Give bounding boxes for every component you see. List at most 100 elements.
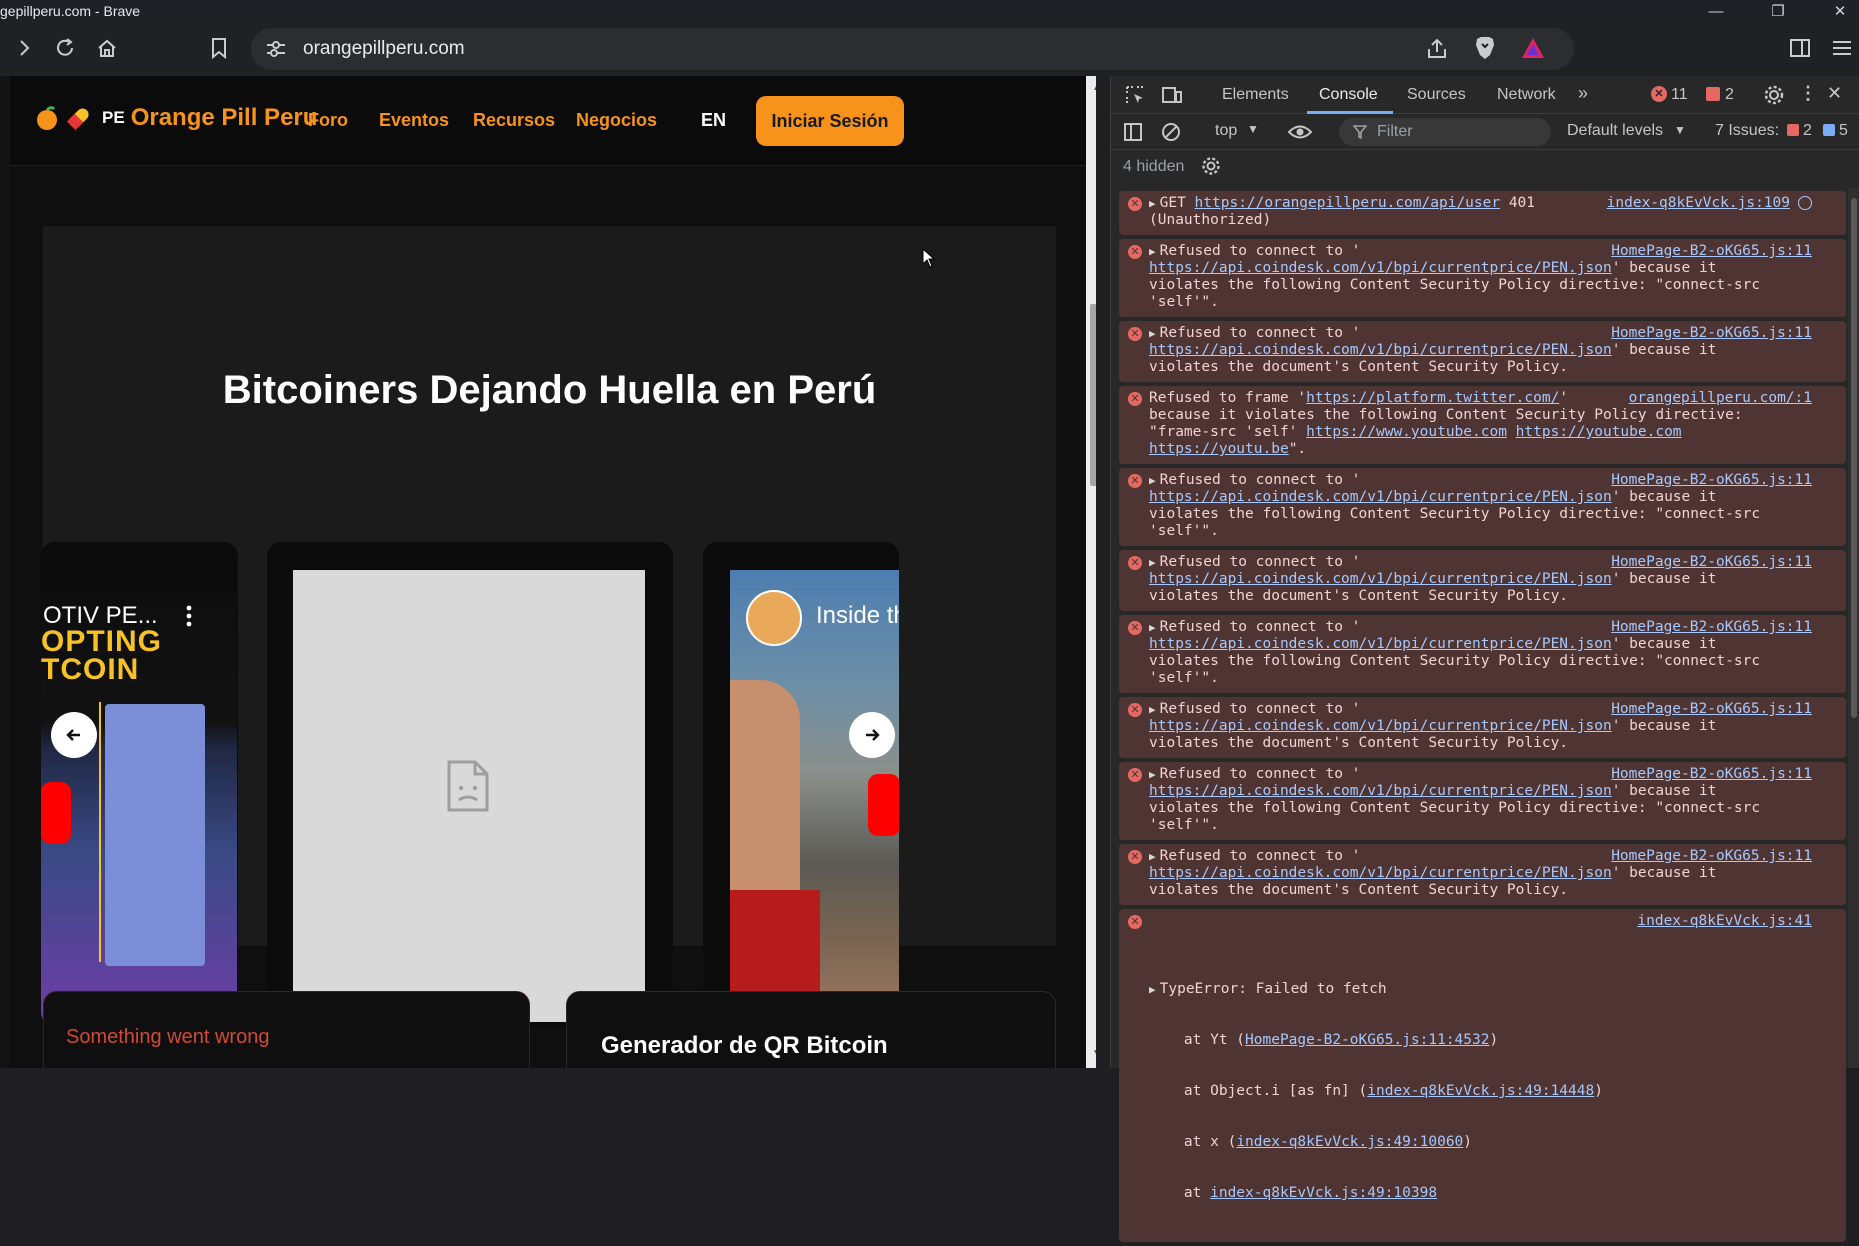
expand-triangle-icon[interactable]: ▶ bbox=[1149, 245, 1156, 258]
nav-link-eventos[interactable]: Eventos bbox=[379, 110, 449, 131]
console-error-message[interactable]: ✕ HomePage-B2-oKG65.js:11 ▶ Refused to co… bbox=[1119, 762, 1846, 840]
message-url-link[interactable]: https://api.coindesk.com/v1/bpi/currentp… bbox=[1149, 636, 1612, 652]
nav-link-negocios[interactable]: Negocios bbox=[576, 110, 657, 131]
forward-button[interactable] bbox=[6, 30, 42, 66]
message-url-link[interactable]: https://api.coindesk.com/v1/bpi/currentp… bbox=[1149, 718, 1612, 734]
message-source-link[interactable]: HomePage-B2-oKG65.js:11 bbox=[1611, 554, 1812, 571]
message-url-link[interactable]: https://orangepillperu.com/api/user bbox=[1195, 195, 1501, 211]
stack-frame-link[interactable]: index-q8kEvVck.js:49:10060 bbox=[1236, 1134, 1463, 1150]
message-url-link[interactable]: https://api.coindesk.com/v1/bpi/currentp… bbox=[1149, 342, 1612, 358]
console-error-message[interactable]: ✕ HomePage-B2-oKG65.js:11 ▶ Refused to co… bbox=[1119, 615, 1846, 693]
page-scrollbar[interactable]: ▲ ▼ bbox=[1086, 76, 1096, 1068]
bookmark-button[interactable] bbox=[201, 30, 237, 66]
message-url-link[interactable]: https://api.coindesk.com/v1/bpi/currentp… bbox=[1149, 260, 1612, 276]
tab-network[interactable]: Network bbox=[1497, 86, 1556, 104]
console-scrollbar-thumb[interactable] bbox=[1851, 198, 1857, 718]
message-source-link[interactable]: index-q8kEvVck.js:109 bbox=[1607, 195, 1790, 212]
expand-triangle-icon[interactable]: ▶ bbox=[1149, 983, 1156, 996]
message-url-link[interactable]: https://youtube.com bbox=[1516, 424, 1682, 440]
video-card-right[interactable]: Inside the bbox=[703, 542, 899, 1026]
issues-error-count[interactable]: 2 bbox=[1803, 122, 1812, 140]
console-settings-gear-icon[interactable] bbox=[1201, 156, 1221, 176]
menu-button[interactable] bbox=[1824, 30, 1859, 66]
message-source-link[interactable]: HomePage-B2-oKG65.js:11 bbox=[1611, 243, 1812, 260]
expand-triangle-icon[interactable]: ▶ bbox=[1149, 474, 1156, 487]
restore-button[interactable]: ❐ bbox=[1755, 0, 1801, 22]
expand-triangle-icon[interactable]: ▶ bbox=[1149, 703, 1156, 716]
nav-link-foro[interactable]: Foro bbox=[308, 110, 348, 131]
brave-shields-button[interactable] bbox=[1467, 30, 1503, 66]
console-error-message[interactable]: ✕ HomePage-B2-oKG65.js:11 ▶ Refused to co… bbox=[1119, 321, 1846, 382]
issues-info-count[interactable]: 5 bbox=[1839, 122, 1848, 140]
expand-triangle-icon[interactable]: ▶ bbox=[1149, 197, 1156, 210]
message-url-link[interactable]: https://api.coindesk.com/v1/bpi/currentp… bbox=[1149, 489, 1612, 505]
message-url-link[interactable]: https://youtu.be bbox=[1149, 441, 1289, 457]
message-url-link[interactable]: https://api.coindesk.com/v1/bpi/currentp… bbox=[1149, 865, 1612, 881]
site-logo[interactable]: PE Orange Pill Peru bbox=[34, 104, 317, 132]
message-source-link[interactable]: HomePage-B2-oKG65.js:11 bbox=[1611, 472, 1812, 489]
carousel-next-button[interactable] bbox=[849, 712, 895, 758]
tab-sources[interactable]: Sources bbox=[1407, 86, 1466, 104]
context-selector[interactable]: top bbox=[1215, 122, 1237, 140]
close-window-button[interactable]: ✕ bbox=[1817, 0, 1859, 22]
carousel-prev-button[interactable] bbox=[51, 712, 97, 758]
clear-console-icon[interactable] bbox=[1161, 122, 1181, 142]
stack-frame-link[interactable]: index-q8kEvVck.js:49:10398 bbox=[1210, 1185, 1437, 1201]
console-error-message[interactable]: ✕ index-q8kEvVck.js:41 ▶ TypeError: Faile… bbox=[1119, 909, 1846, 1242]
language-switch[interactable]: EN bbox=[701, 110, 726, 131]
expand-triangle-icon[interactable]: ▶ bbox=[1149, 850, 1156, 863]
sidebar-toggle-icon[interactable] bbox=[1123, 122, 1143, 142]
settings-gear-icon[interactable] bbox=[1763, 84, 1785, 106]
console-error-message[interactable]: ✕ HomePage-B2-oKG65.js:11 ▶ Refused to co… bbox=[1119, 239, 1846, 317]
message-url-link[interactable]: https://www.youtube.com bbox=[1306, 424, 1507, 440]
message-source-link[interactable]: HomePage-B2-oKG65.js:11 bbox=[1611, 766, 1812, 783]
message-source-link[interactable]: HomePage-B2-oKG65.js:11 bbox=[1611, 701, 1812, 718]
login-button[interactable]: Iniciar Sesión bbox=[756, 96, 904, 146]
console-error-message[interactable]: ✕ HomePage-B2-oKG65.js:11 ▶ Refused to co… bbox=[1119, 468, 1846, 546]
console-error-message[interactable]: ✕ orangepillperu.com/:1 Refused to frame… bbox=[1119, 386, 1846, 464]
filter-input[interactable]: Filter bbox=[1339, 118, 1551, 146]
console-error-message[interactable]: ✕ HomePage-B2-oKG65.js:11 ▶ Refused to co… bbox=[1119, 550, 1846, 611]
live-expression-eye-icon[interactable] bbox=[1287, 123, 1313, 141]
video-card-center[interactable] bbox=[267, 542, 673, 1026]
scroll-up-arrow[interactable]: ▲ bbox=[1092, 82, 1096, 93]
tab-console[interactable]: Console bbox=[1319, 86, 1378, 104]
more-options-icon[interactable]: ⋮ bbox=[1799, 83, 1817, 104]
console-scrollbar[interactable] bbox=[1848, 188, 1859, 1068]
message-url-link[interactable]: https://api.coindesk.com/v1/bpi/currentp… bbox=[1149, 783, 1612, 799]
message-source-link[interactable]: HomePage-B2-oKG65.js:11 bbox=[1611, 848, 1812, 865]
more-tabs-icon[interactable]: » bbox=[1578, 83, 1588, 104]
stack-frame-link[interactable]: HomePage-B2-oKG65.js:11:4532 bbox=[1245, 1032, 1489, 1048]
expand-triangle-icon[interactable]: ▶ bbox=[1149, 621, 1156, 634]
reload-button[interactable] bbox=[47, 30, 83, 66]
console-error-message[interactable]: ✕ HomePage-B2-oKG65.js:11 ▶ Refused to co… bbox=[1119, 697, 1846, 758]
message-url-link[interactable]: https://platform.twitter.com/ bbox=[1306, 390, 1559, 406]
scroll-down-arrow[interactable]: ▼ bbox=[1092, 1048, 1096, 1059]
minimize-button[interactable]: — bbox=[1693, 0, 1739, 22]
tab-elements[interactable]: Elements bbox=[1222, 86, 1289, 104]
address-bar[interactable]: orangepillperu.com bbox=[251, 28, 1574, 70]
youtube-play-icon[interactable] bbox=[868, 774, 899, 836]
sidebar-toggle-button[interactable] bbox=[1782, 30, 1818, 66]
video-card-left[interactable]: OTIV PE... OPTING TCOIN bbox=[41, 542, 238, 1026]
stack-frame-link[interactable]: index-q8kEvVck.js:49:14448 bbox=[1367, 1083, 1594, 1099]
message-source-link[interactable]: HomePage-B2-oKG65.js:11 bbox=[1611, 619, 1812, 636]
expand-triangle-icon[interactable]: ▶ bbox=[1149, 556, 1156, 569]
inspect-element-icon[interactable] bbox=[1125, 85, 1145, 105]
expand-triangle-icon[interactable]: ▶ bbox=[1149, 327, 1156, 340]
brave-rewards-button[interactable] bbox=[1515, 30, 1551, 66]
error-count[interactable]: 11 bbox=[1671, 86, 1688, 104]
message-source-link[interactable]: HomePage-B2-oKG65.js:11 bbox=[1611, 325, 1812, 342]
youtube-play-icon[interactable] bbox=[41, 782, 71, 844]
home-button[interactable] bbox=[89, 30, 125, 66]
nav-link-recursos[interactable]: Recursos bbox=[473, 110, 555, 131]
message-source-link[interactable]: orangepillperu.com/:1 bbox=[1629, 390, 1812, 407]
network-request-icon[interactable] bbox=[1798, 196, 1812, 210]
expand-triangle-icon[interactable]: ▶ bbox=[1149, 768, 1156, 781]
console-error-message[interactable]: ✕ index-q8kEvVck.js:109 ▶ GET https://ora… bbox=[1119, 191, 1846, 235]
scrollbar-thumb[interactable] bbox=[1090, 304, 1096, 486]
message-url-link[interactable]: https://api.coindesk.com/v1/bpi/currentp… bbox=[1149, 571, 1612, 587]
warning-count[interactable]: 2 bbox=[1725, 86, 1734, 104]
device-toolbar-icon[interactable] bbox=[1161, 85, 1183, 105]
more-options-icon[interactable] bbox=[186, 604, 192, 628]
